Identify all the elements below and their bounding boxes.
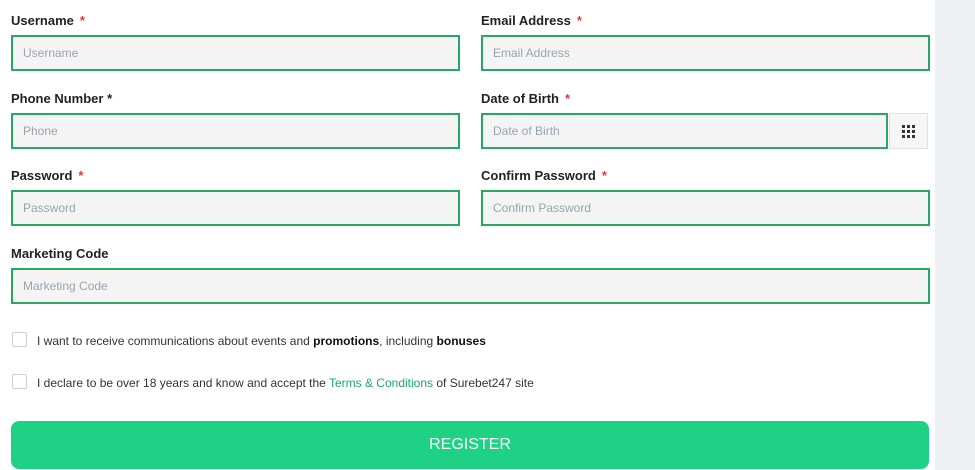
phone-label-text: Phone Number * bbox=[11, 91, 113, 106]
communications-text-2: , including bbox=[379, 334, 437, 348]
confirm-password-input[interactable] bbox=[481, 190, 930, 226]
terms-text-1: I declare to be over 18 years and know a… bbox=[37, 376, 329, 390]
email-label-text: Email Address bbox=[481, 13, 571, 28]
terms-checkbox[interactable] bbox=[12, 374, 27, 389]
terms-text-2: of Surebet247 site bbox=[433, 376, 534, 390]
username-label: Username * bbox=[11, 13, 85, 28]
marketing-code-label: Marketing Code bbox=[11, 246, 109, 261]
required-mark: * bbox=[565, 91, 571, 106]
dob-input[interactable] bbox=[481, 113, 888, 149]
email-input[interactable] bbox=[481, 35, 930, 71]
calendar-grid-icon bbox=[902, 124, 915, 138]
required-mark: * bbox=[79, 13, 85, 28]
username-input[interactable] bbox=[11, 35, 460, 71]
communications-consent-text: I want to receive communications about e… bbox=[37, 334, 486, 348]
dob-label: Date of Birth * bbox=[481, 91, 570, 106]
promotions-bold-text: promotions bbox=[313, 334, 380, 348]
register-button[interactable]: REGISTER bbox=[11, 421, 929, 469]
dob-label-text: Date of Birth bbox=[481, 91, 559, 106]
required-mark: * bbox=[601, 168, 607, 183]
communications-checkbox[interactable] bbox=[12, 332, 27, 347]
communications-text-1: I want to receive communications about e… bbox=[37, 334, 314, 348]
required-mark: * bbox=[576, 13, 582, 28]
date-picker-button[interactable] bbox=[889, 113, 928, 149]
confirm-password-label-text: Confirm Password bbox=[481, 168, 596, 183]
terms-and-conditions-link[interactable]: Terms & Conditions bbox=[329, 376, 433, 390]
phone-label: Phone Number * bbox=[11, 91, 112, 106]
marketing-code-label-text: Marketing Code bbox=[11, 246, 109, 261]
terms-consent-text: I declare to be over 18 years and know a… bbox=[37, 376, 534, 390]
username-label-text: Username bbox=[11, 13, 74, 28]
password-label: Password * bbox=[11, 168, 83, 183]
confirm-password-label: Confirm Password * bbox=[481, 168, 607, 183]
required-mark: * bbox=[78, 168, 84, 183]
password-input[interactable] bbox=[11, 190, 460, 226]
password-label-text: Password bbox=[11, 168, 73, 183]
registration-form: Username* Email Address* Phone Number * … bbox=[0, 0, 935, 470]
marketing-code-input[interactable] bbox=[11, 268, 930, 304]
bonuses-bold-text: bonuses bbox=[436, 334, 486, 348]
email-label: Email Address * bbox=[481, 13, 582, 28]
phone-input[interactable] bbox=[11, 113, 460, 149]
